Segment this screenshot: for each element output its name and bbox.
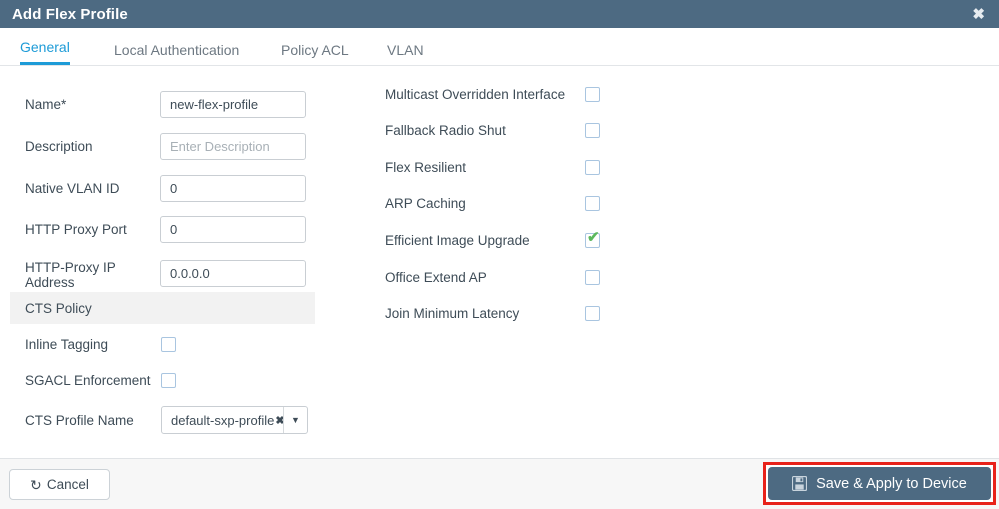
label-http-proxy-ip-address-line1: HTTP-Proxy IP — [25, 260, 116, 275]
sgacl-enforcement-checkbox[interactable]: ✔ — [161, 373, 176, 388]
field-row-native-vlan-id: Native VLAN ID — [0, 175, 330, 211]
http-proxy-port-input[interactable] — [160, 216, 306, 243]
office-extend-ap-checkbox[interactable]: ✔ — [585, 270, 600, 285]
field-row-name: Name* — [0, 91, 330, 127]
label-cts-profile-name: CTS Profile Name — [25, 413, 134, 428]
cts-profile-name-select[interactable]: default-sxp-profile ✖ ▼ — [161, 406, 308, 434]
dialog-title: Add Flex Profile — [12, 5, 128, 23]
label-description: Description — [25, 139, 93, 154]
flex-resilient-checkbox[interactable]: ✔ — [585, 160, 600, 175]
label-arp-caching: ARP Caching — [385, 196, 466, 211]
multicast-overridden-interface-checkbox[interactable]: ✔ — [585, 87, 600, 102]
label-multicast-overridden-interface: Multicast Overridden Interface — [385, 87, 566, 102]
save-button-label: Save & Apply to Device — [816, 475, 967, 492]
label-join-minimum-latency: Join Minimum Latency — [385, 306, 520, 321]
label-fallback-radio-shut: Fallback Radio Shut — [385, 123, 506, 138]
option-row-multicast-overridden-interface: Multicast Overridden Interface ✔ — [385, 87, 615, 107]
save-button-highlight-annotation: Save & Apply to Device — [763, 462, 996, 505]
tab-general[interactable]: General — [20, 39, 70, 65]
field-row-cts-profile-name: CTS Profile Name default-sxp-profile ✖ ▼ — [0, 406, 330, 443]
option-row-office-extend-ap: Office Extend AP ✔ — [385, 270, 615, 290]
cancel-button-label: Cancel — [46, 477, 89, 492]
dialog-body: Name* Description Native VLAN ID HTTP Proxy… — [0, 66, 999, 458]
arp-caching-checkbox[interactable]: ✔ — [585, 196, 600, 211]
label-name: Name* — [25, 97, 67, 112]
close-icon[interactable]: ✖ — [968, 5, 989, 24]
tab-policy-acl[interactable]: Policy ACL — [281, 42, 349, 65]
fallback-radio-shut-checkbox[interactable]: ✔ — [585, 123, 600, 138]
label-flex-resilient: Flex Resilient — [385, 160, 467, 175]
cts-policy-section-header: CTS Policy — [10, 292, 315, 324]
description-input[interactable] — [160, 133, 306, 160]
option-row-fallback-radio-shut: Fallback Radio Shut ✔ — [385, 123, 615, 143]
label-http-proxy-ip-address-line2: Address — [25, 275, 75, 290]
dialog-title-bar: Add Flex Profile ✖ — [0, 0, 999, 28]
floppy-disk-save-icon — [791, 475, 808, 492]
label-native-vlan-id: Native VLAN ID — [25, 181, 120, 196]
save-and-apply-to-device-button[interactable]: Save & Apply to Device — [768, 467, 991, 500]
label-http-proxy-port: HTTP Proxy Port — [25, 222, 127, 237]
field-row-description: Description — [0, 133, 330, 169]
efficient-image-upgrade-checkbox[interactable]: ✔ — [585, 229, 600, 248]
field-row-http-proxy-port: HTTP Proxy Port — [0, 216, 330, 252]
option-row-arp-caching: ARP Caching ✔ — [385, 196, 615, 216]
option-row-efficient-image-upgrade: Efficient Image Upgrade ✔ — [385, 229, 615, 253]
cancel-button[interactable]: ↺ Cancel — [9, 469, 110, 500]
label-inline-tagging: Inline Tagging — [25, 337, 109, 352]
chevron-down-icon[interactable]: ▼ — [283, 407, 307, 433]
label-office-extend-ap: Office Extend AP — [385, 270, 487, 285]
label-http-proxy-ip-address: HTTP-Proxy IP Address — [25, 260, 155, 290]
join-minimum-latency-checkbox[interactable]: ✔ — [585, 306, 600, 321]
cts-profile-name-selected-value: default-sxp-profile — [171, 412, 275, 428]
http-proxy-ip-address-input[interactable] — [160, 260, 306, 287]
name-input[interactable] — [160, 91, 306, 118]
undo-arrow-icon: ↺ — [30, 476, 42, 493]
cts-policy-section-title: CTS Policy — [25, 300, 92, 316]
inline-tagging-checkbox[interactable]: ✔ — [161, 337, 176, 352]
field-row-inline-tagging: Inline Tagging ✔ — [0, 337, 330, 367]
checkmark-icon: ✔ — [587, 229, 600, 246]
native-vlan-id-input[interactable] — [160, 175, 306, 202]
tab-local-authentication[interactable]: Local Authentication — [114, 42, 239, 65]
option-row-flex-resilient: Flex Resilient ✔ — [385, 160, 615, 180]
option-row-join-minimum-latency: Join Minimum Latency ✔ — [385, 306, 615, 326]
label-sgacl-enforcement: SGACL Enforcement — [25, 373, 151, 388]
field-row-sgacl-enforcement: SGACL Enforcement ✔ — [0, 373, 330, 403]
tab-vlan[interactable]: VLAN — [387, 42, 424, 65]
label-efficient-image-upgrade: Efficient Image Upgrade — [385, 233, 530, 248]
tab-bar: General Local Authentication Policy ACL VLA… — [0, 28, 999, 66]
